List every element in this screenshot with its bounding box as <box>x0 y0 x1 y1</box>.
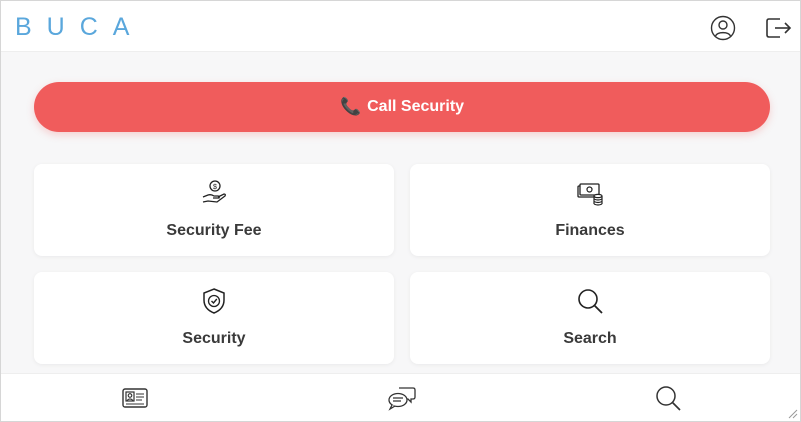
svg-text:$: $ <box>213 184 217 191</box>
card-search[interactable]: Search <box>410 272 770 364</box>
card-label: Finances <box>555 222 625 239</box>
hand-coin-icon: $ <box>200 179 228 207</box>
nav-id-card[interactable] <box>120 384 150 412</box>
money-stack-icon <box>576 179 604 207</box>
logout-button[interactable] <box>765 14 793 42</box>
search-icon <box>576 287 604 315</box>
search-icon <box>656 386 681 411</box>
profile-button[interactable] <box>709 14 737 42</box>
card-label: Security Fee <box>166 222 262 239</box>
call-security-button[interactable]: 📞 Call Security <box>34 82 770 132</box>
logout-icon <box>766 18 792 38</box>
resize-handle-icon[interactable] <box>788 409 798 419</box>
card-finances[interactable]: Finances <box>410 164 770 256</box>
top-bar: BUCA <box>1 1 800 52</box>
logo-text: BUCA <box>15 12 145 41</box>
chat-bubbles-icon <box>388 387 416 411</box>
app-logo[interactable]: BUCA <box>15 12 145 41</box>
card-security-fee[interactable]: $ Security Fee <box>34 164 394 256</box>
user-circle-icon <box>710 15 736 41</box>
id-card-icon <box>122 388 148 408</box>
nav-chat[interactable] <box>387 384 417 412</box>
card-security[interactable]: Security <box>34 272 394 364</box>
shield-check-icon <box>200 287 228 315</box>
app-window: BUCA 📞 Call Security $ Security Fee Fina… <box>0 0 801 422</box>
nav-search[interactable] <box>653 384 683 412</box>
card-label: Search <box>563 330 617 347</box>
bottom-nav <box>1 373 800 421</box>
card-label: Security <box>182 330 246 347</box>
call-security-label: Call Security <box>367 98 465 115</box>
phone-icon: 📞 <box>339 97 362 116</box>
